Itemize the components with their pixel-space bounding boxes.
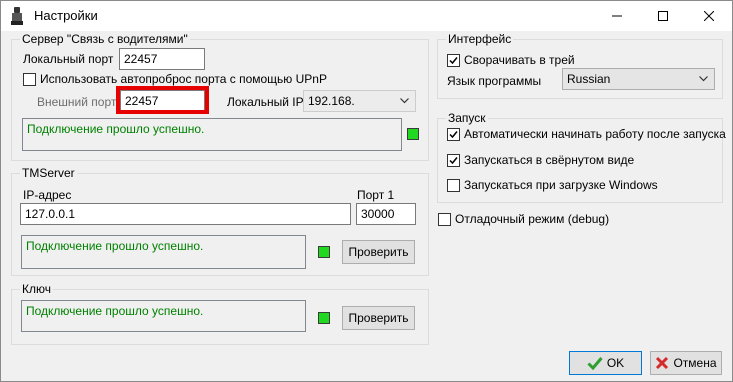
language-label: Язык программы — [447, 74, 542, 88]
highlight-frame — [116, 86, 209, 114]
start-with-windows-label: Запускаться при загрузке Windows — [464, 178, 658, 192]
start-minimized-label: Запускаться в свёрнутом виде — [464, 153, 635, 167]
local-ip-label: Локальный IP — [227, 95, 304, 109]
auto-start-label: Автоматически начинать работу после запу… — [464, 127, 726, 141]
start-minimized-row[interactable]: Запускаться в свёрнутом виде — [447, 153, 634, 167]
minimize-tray-label: Сворачивать в трей — [464, 53, 575, 67]
app-icon — [11, 7, 23, 25]
ip-address-label: IP-адрес — [23, 188, 72, 202]
local-port-label: Локальный порт — [23, 52, 114, 66]
auto-start-checkbox[interactable] — [447, 127, 460, 141]
language-combo[interactable]: Russian — [562, 68, 715, 90]
checkmark-icon — [449, 130, 458, 138]
minimize-icon — [612, 15, 622, 17]
maximize-button[interactable] — [640, 1, 686, 31]
start-with-windows-row[interactable]: Запускаться при загрузке Windows — [447, 178, 658, 192]
upnp-checkbox[interactable] — [23, 72, 36, 86]
minimize-tray-row[interactable]: Сворачивать в трей — [447, 53, 575, 67]
external-port-label: Внешний порт — [37, 95, 117, 109]
tmserver-status-led — [318, 246, 330, 258]
minimize-tray-checkbox[interactable] — [447, 53, 460, 67]
upnp-checkbox-row[interactable]: Использовать автопроброс порта с помощью… — [23, 72, 327, 86]
dropdown-arrow-icon — [400, 98, 409, 104]
debug-label: Отладочный режим (debug) — [455, 212, 610, 226]
language-value: Russian — [567, 72, 611, 86]
server-status-led — [407, 128, 419, 140]
local-port-input[interactable]: 22457 — [119, 48, 205, 70]
close-button[interactable] — [686, 1, 732, 31]
maximize-icon — [658, 11, 668, 21]
cancel-label: Отмена — [673, 356, 717, 370]
ok-button[interactable]: OK — [569, 351, 642, 375]
window-title: Настройки — [34, 8, 98, 23]
server-status-box: Подключение прошло успешно. — [22, 118, 402, 151]
settings-window: Настройки Сервер "Связь с водителями" Ло… — [0, 0, 733, 382]
port-input[interactable]: 30000 — [356, 203, 416, 225]
key-check-button[interactable]: Проверить — [342, 306, 415, 330]
key-group-title: Ключ — [20, 282, 53, 296]
ip-address-input[interactable]: 127.0.0.1 — [20, 203, 351, 225]
cancel-button[interactable]: Отмена — [650, 351, 722, 375]
key-status-box: Подключение прошло успешно. — [21, 300, 306, 332]
ok-check-icon — [587, 357, 603, 370]
server-group-title: Сервер "Связь с водителями" — [20, 32, 190, 46]
close-icon — [704, 11, 714, 21]
checkmark-icon — [449, 156, 458, 164]
tmserver-group-title: TMServer — [20, 166, 77, 180]
start-with-windows-checkbox[interactable] — [447, 178, 460, 192]
debug-row[interactable]: Отладочный режим (debug) — [438, 212, 609, 226]
upnp-label: Использовать автопроброс порта с помощью… — [40, 72, 327, 86]
auto-start-row[interactable]: Автоматически начинать работу после запу… — [447, 127, 726, 141]
minimize-button[interactable] — [594, 1, 640, 31]
tmserver-check-button[interactable]: Проверить — [342, 240, 415, 264]
dropdown-arrow-icon — [699, 76, 708, 82]
ok-label: OK — [606, 356, 625, 370]
cancel-x-icon — [656, 356, 669, 370]
interface-group-title: Интерфейс — [446, 32, 514, 46]
checkmark-icon — [449, 56, 458, 64]
startup-group-title: Запуск — [446, 111, 488, 125]
port-label: Порт 1 — [357, 188, 395, 202]
key-status-led — [318, 312, 330, 324]
tmserver-status-box: Подключение прошло успешно. — [21, 235, 306, 269]
start-minimized-checkbox[interactable] — [447, 153, 460, 167]
title-bar: Настройки — [1, 1, 732, 31]
local-ip-combo[interactable]: 192.168. — [303, 90, 416, 112]
local-ip-value: 192.168. — [308, 94, 355, 108]
debug-checkbox[interactable] — [438, 212, 451, 226]
